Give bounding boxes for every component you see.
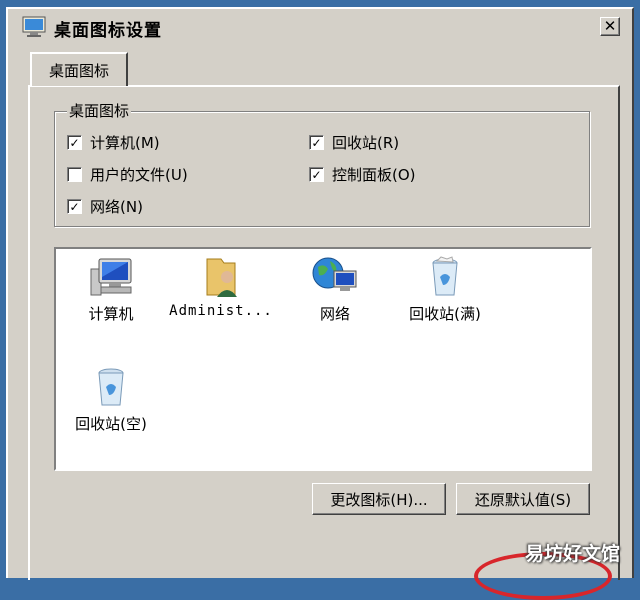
checkbox-label: 回收站(R) (332, 134, 400, 152)
icon-label: 回收站(满) (409, 305, 481, 323)
title-bar[interactable]: 桌面图标设置 ✕ (8, 9, 632, 45)
checkbox-box[interactable] (67, 167, 82, 182)
list-item-user-folder[interactable]: Administ... (166, 255, 276, 319)
icon-label: 网络 (319, 305, 350, 323)
change-icon-button[interactable]: 更改图标(H)... (312, 483, 446, 515)
checkbox-control-panel[interactable]: ✓ 控制面板(O) (309, 164, 416, 185)
checkbox-box[interactable]: ✓ (67, 199, 82, 214)
close-button[interactable]: ✕ (600, 17, 620, 36)
checkbox-label: 网络(N) (90, 198, 143, 216)
checkbox-label: 控制面板(O) (332, 166, 416, 184)
recycle-bin-empty-icon (98, 368, 124, 406)
list-item-network[interactable]: 网络 (280, 255, 390, 324)
icon-list-view[interactable]: 计算机 Administ... 网络 回收站(满) 回收站(空) (54, 247, 592, 471)
list-item-recycle-bin-full[interactable]: 回收站(满) (390, 255, 500, 324)
computer-icon (90, 258, 132, 296)
checkbox-network[interactable]: ✓ 网络(N) (67, 196, 143, 217)
desktop-icons-group: 桌面图标 ✓ 计算机(M) ✓ 回收站(R) 用户的文件(U) ✓ 控制面板(O… (54, 100, 590, 227)
tab-panel: 桌面图标 ✓ 计算机(M) ✓ 回收站(R) 用户的文件(U) ✓ 控制面板(O… (28, 85, 620, 580)
checkbox-user-files[interactable]: 用户的文件(U) (67, 164, 188, 185)
checkbox-computer[interactable]: ✓ 计算机(M) (67, 132, 160, 153)
checkbox-box[interactable]: ✓ (67, 135, 82, 150)
tab-label: 桌面图标 (48, 61, 109, 80)
restore-default-button[interactable]: 还原默认值(S) (456, 483, 590, 515)
icon-label: Administ... (169, 303, 273, 319)
checkbox-box[interactable]: ✓ (309, 135, 324, 150)
icon-label: 回收站(空) (75, 415, 147, 433)
desktop-icon-settings-dialog: 桌面图标设置 ✕ 桌面图标 桌面图标 ✓ 计算机(M) ✓ 回收站(R) 用户的… (6, 7, 634, 580)
recycle-bin-full-icon (432, 256, 458, 296)
group-legend: 桌面图标 (67, 100, 132, 121)
checkbox-label: 计算机(M) (90, 134, 160, 152)
window-title: 桌面图标设置 (54, 21, 162, 41)
checkbox-recycle-bin[interactable]: ✓ 回收站(R) (309, 132, 399, 153)
watermark: 易坊好文馆 (524, 543, 620, 565)
tab-desktop-icons[interactable]: 桌面图标 (30, 52, 128, 86)
close-icon: ✕ (603, 17, 617, 35)
network-icon (312, 257, 357, 291)
user-folder-icon (206, 258, 237, 297)
list-item-computer[interactable]: 计算机 (56, 255, 166, 324)
checkbox-box[interactable]: ✓ (309, 167, 324, 182)
checkbox-label: 用户的文件(U) (90, 166, 188, 184)
list-item-recycle-bin-empty[interactable]: 回收站(空) (56, 365, 166, 434)
display-properties-icon (22, 16, 46, 37)
button-label: 更改图标(H)... (330, 490, 428, 509)
icon-label: 计算机 (88, 305, 134, 323)
button-label: 还原默认值(S) (474, 490, 572, 509)
